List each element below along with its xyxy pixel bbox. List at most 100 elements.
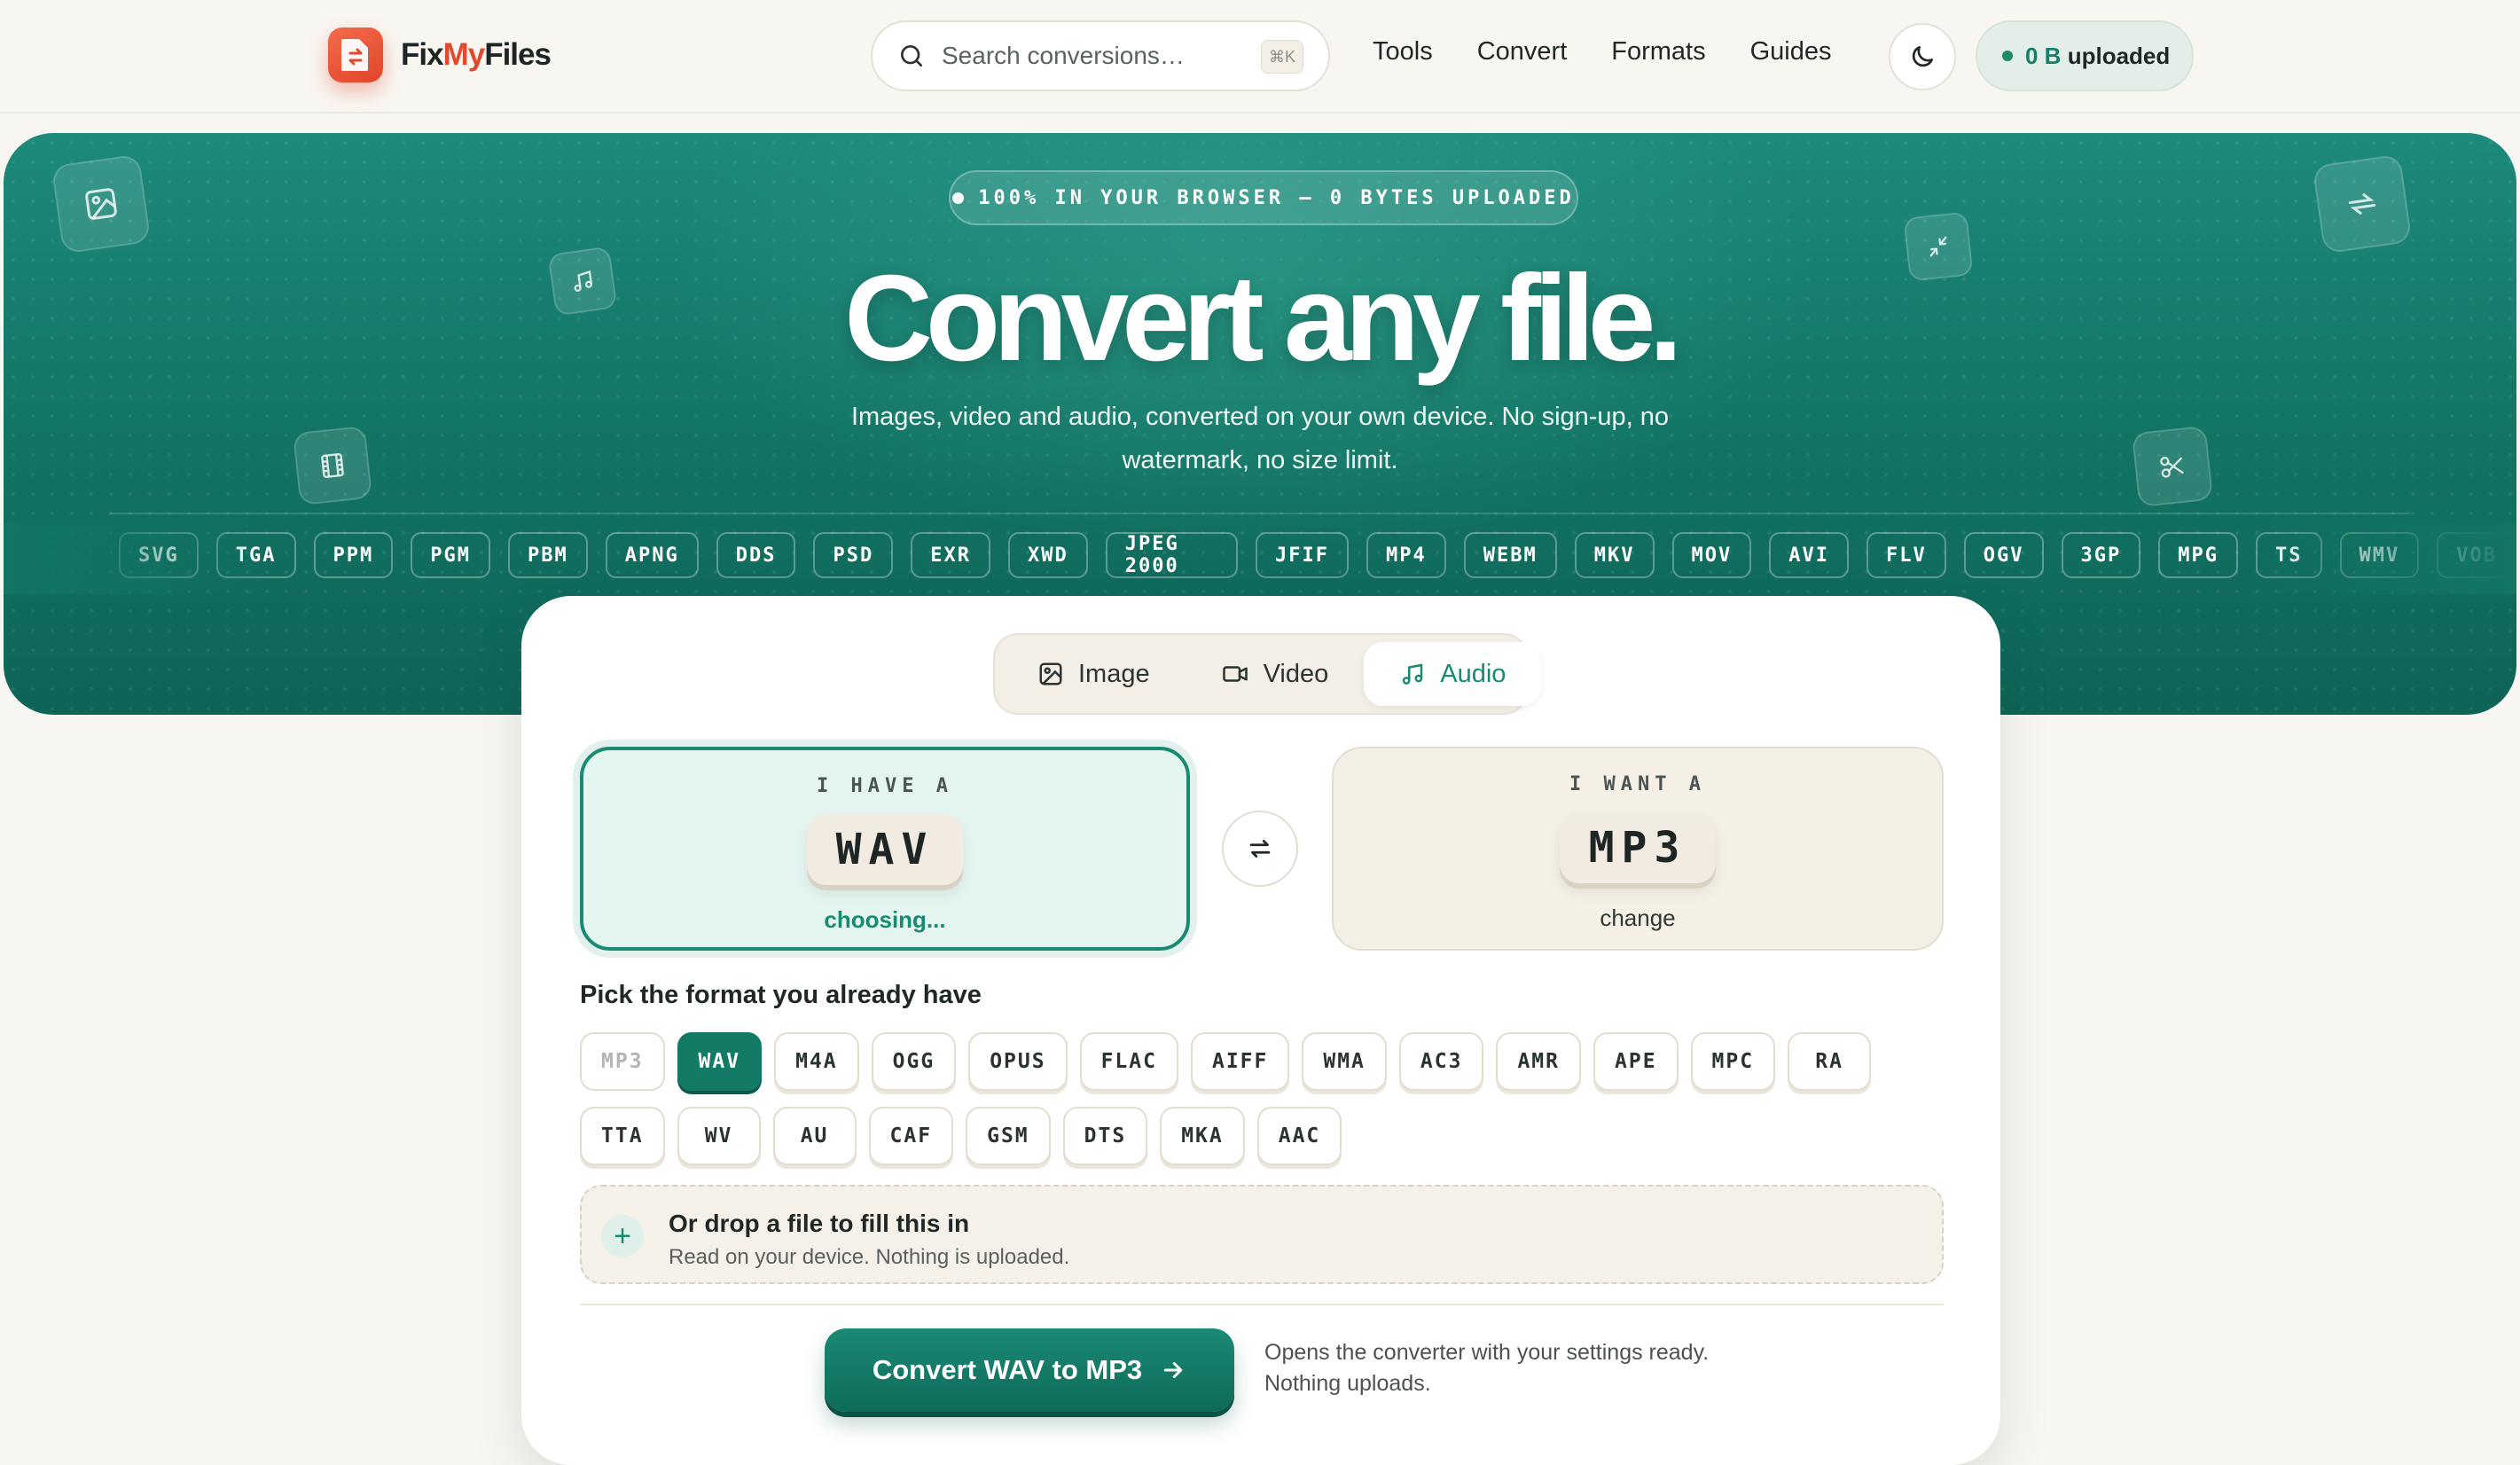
format-chip-flv[interactable]: FLV [1867,532,1946,578]
format-chip-apng[interactable]: APNG [605,532,699,578]
format-option-opus[interactable]: OPUS [968,1032,1068,1091]
upload-label: uploaded [2067,42,2171,69]
have-format: WAV [807,814,963,885]
format-option-amr[interactable]: AMR [1496,1032,1581,1091]
moon-icon [1912,46,1933,67]
change-target-link[interactable]: change [1334,905,1942,932]
format-chip-dds[interactable]: DDS [716,532,796,578]
arrow-right-icon [1163,1362,1183,1378]
nav-links: Tools Convert Formats Guides [1373,37,1831,67]
format-option-dts[interactable]: DTS [1062,1107,1148,1165]
swap-arrows-icon [1249,840,1271,858]
format-option-tta[interactable]: TTA [580,1107,665,1165]
brand-logo[interactable]: Fix My Files [328,27,552,82]
format-chip-mkv[interactable]: MKV [1574,532,1655,578]
format-option-aiff[interactable]: AIFF [1190,1032,1290,1091]
nav-link-convert[interactable]: Convert [1477,37,1568,67]
want-format: MP3 [1560,812,1716,883]
format-chip-psd[interactable]: PSD [813,532,894,578]
search-icon [901,45,922,67]
top-nav: Fix My Files Search conversions… ⌘K Tools … [0,0,2520,114]
format-option-ra[interactable]: RA [1788,1032,1872,1091]
format-options-row-1: MP3 WAV M4A OGG OPUS FLAC AIFF WMA AC3 AMR APE MPC R… [580,1032,1872,1091]
format-option-ape[interactable]: APE [1593,1032,1679,1091]
plus-icon: + [601,1215,644,1257]
status-dot [2002,51,2013,61]
refresh-float-icon [2312,153,2413,255]
image-icon [1039,662,1062,685]
format-option-m4a[interactable]: M4A [774,1032,859,1091]
format-chip-jfif[interactable]: JFIF [1256,532,1350,578]
format-chip-exr[interactable]: EXR [911,532,990,578]
upload-count: 0 B [2025,42,2062,69]
format-chip-mov[interactable]: MOV [1671,532,1752,578]
theme-toggle-button[interactable] [1889,23,1956,90]
tab-audio[interactable]: Audio [1364,642,1542,706]
tab-video[interactable]: Video [1186,642,1365,706]
format-chips-marquee: SVGTGAPPMPGMPBMAPNGDDSPSDEXRXWDJPEG 2000… [119,532,2516,578]
format-chip-mpg[interactable]: MPG [2158,532,2238,578]
format-option-au[interactable]: AU [772,1107,857,1165]
nav-link-guides[interactable]: Guides [1750,37,1832,67]
have-label: I HAVE A [817,775,953,797]
format-chip-pbm[interactable]: PBM [508,532,588,578]
privacy-badge-text: 100% IN YOUR BROWSER — 0 BYTES UPLOADED [978,186,1575,209]
brand-name: Fix My Files [401,37,552,72]
nav-link-tools[interactable]: Tools [1373,37,1433,67]
video-icon [1222,666,1248,682]
format-option-wma[interactable]: WMA [1302,1032,1387,1091]
search-shortcut-badge: ⌘K [1261,40,1303,74]
format-chip-ppm[interactable]: PPM [313,532,394,578]
format-options-row-2: TTA WV AU CAF GSM DTS MKA AAC [580,1107,1342,1165]
format-chip-xwd[interactable]: XWD [1007,532,1088,578]
search-placeholder: Search conversions… [942,42,1185,69]
drop-title: Or drop a file to fill this in [669,1210,970,1237]
image-float-icon [51,153,152,255]
file-convert-logo-icon [328,27,383,82]
convert-note: Opens the converter with your settings r… [1264,1340,1710,1396]
swap-formats-button[interactable] [1222,811,1298,887]
format-chip-avi[interactable]: AVI [1769,532,1849,578]
convert-button[interactable]: Convert WAV to MP3 [825,1328,1234,1412]
format-option-flac[interactable]: FLAC [1079,1032,1178,1091]
search-input[interactable]: Search conversions… ⌘K [871,20,1330,91]
hero-headline: Convert any file. [844,250,1683,387]
pick-format-title: Pick the format you already have [580,981,982,1009]
tab-video-label: Video [1263,659,1329,688]
format-option-mka[interactable]: MKA [1160,1107,1245,1165]
converter-card: Image Video Audio I HAVE A WAV choosing.… [521,596,2000,1465]
source-format-slot[interactable]: I HAVE A WAV choosing... [580,747,1190,951]
media-type-tabs: Image Video Audio [993,633,1542,715]
drop-subtitle: Read on your device. Nothing is uploaded… [669,1245,1070,1269]
tab-image-label: Image [1078,659,1150,688]
film-float-icon [292,425,373,506]
format-option-caf[interactable]: CAF [868,1107,954,1165]
music-icon [1403,663,1423,685]
want-label: I WANT A [1569,773,1706,795]
privacy-badge: 100% IN YOUR BROWSER — 0 BYTES UPLOADED [949,170,1578,225]
convert-button-label: Convert WAV to MP3 [872,1354,1143,1385]
target-format-slot[interactable]: I WANT A MP3 change [1332,747,1944,951]
have-status: choosing... [824,906,946,933]
format-chip-webm[interactable]: WEBM [1463,532,1557,578]
format-option-mp3[interactable]: MP3 [580,1032,665,1091]
format-chip-ogv[interactable]: OGV [1963,532,2044,578]
nav-link-formats[interactable]: Formats [1611,37,1705,67]
format-chip-3gp[interactable]: 3GP [2061,532,2141,578]
file-drop-zone[interactable]: + Or drop a file to fill this in Read on… [580,1185,1944,1284]
format-option-wav[interactable]: WAV [677,1032,763,1091]
scissors-float-icon [2131,425,2214,508]
format-option-ac3[interactable]: AC3 [1398,1032,1484,1091]
format-chip-jpeg-2000[interactable]: JPEG 2000 [1105,532,1239,578]
hero-subline: Images, video and audio, converted on yo… [850,403,1670,474]
format-option-aac[interactable]: AAC [1256,1107,1342,1165]
tab-image[interactable]: Image [1002,642,1186,706]
format-option-ogg[interactable]: OGG [871,1032,957,1091]
format-option-wv[interactable]: WV [677,1107,761,1165]
format-option-mpc[interactable]: MPC [1690,1032,1776,1091]
upload-counter: 0 B uploaded [1976,20,2194,91]
format-chip-mp4[interactable]: MP4 [1366,532,1446,578]
tab-audio-label: Audio [1440,659,1507,688]
format-chip-pgm[interactable]: PGM [411,532,490,578]
format-option-gsm[interactable]: GSM [966,1107,1051,1165]
